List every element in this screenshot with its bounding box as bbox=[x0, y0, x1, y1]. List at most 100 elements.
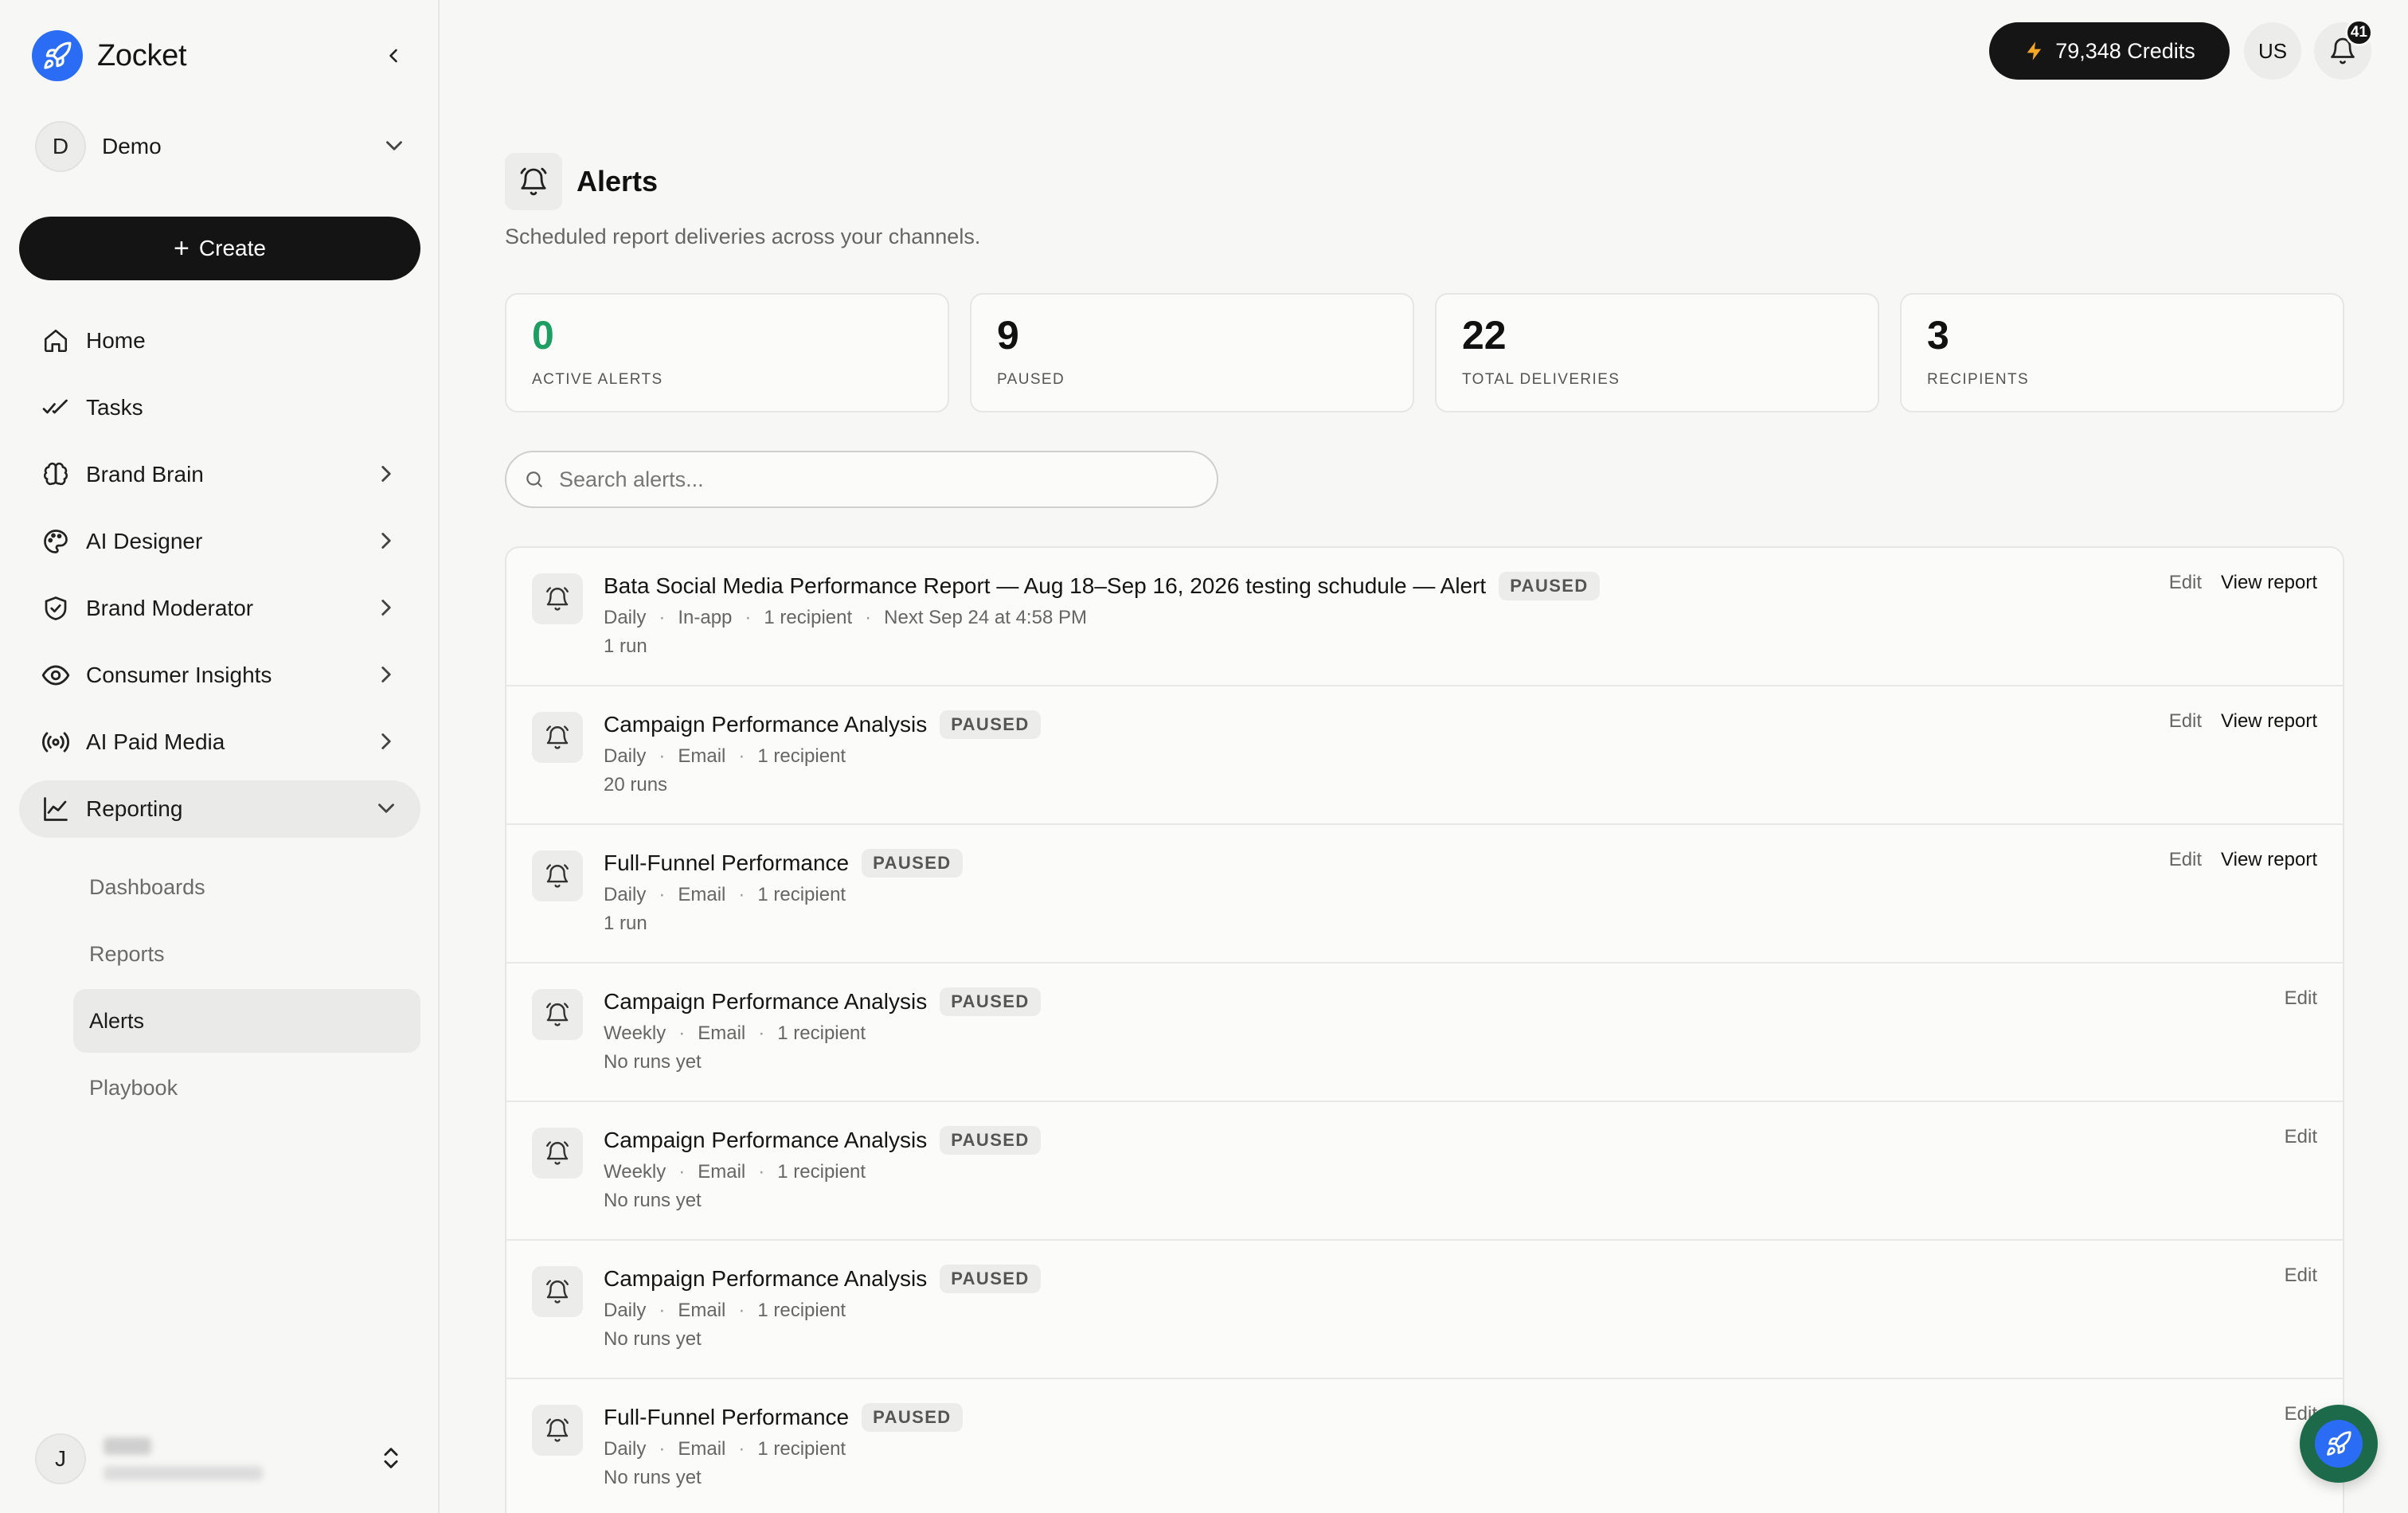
chevron-right-icon bbox=[381, 733, 391, 749]
alert-actions: Edit bbox=[2285, 1265, 2317, 1287]
alert-actions: Edit View report bbox=[2169, 572, 2317, 594]
nav-label: Tasks bbox=[86, 395, 143, 420]
subnav-item-reports[interactable]: Reports bbox=[73, 922, 420, 986]
alert-actions: Edit View report bbox=[2169, 849, 2317, 871]
alert-recipients: 1 recipient bbox=[757, 745, 846, 767]
alert-title-row: Campaign Performance Analysis PAUSED bbox=[604, 1124, 1041, 1156]
nav-item-tasks[interactable]: Tasks bbox=[19, 379, 420, 436]
stat-value: 0 bbox=[532, 313, 554, 358]
alert-row[interactable]: Campaign Performance Analysis PAUSED Wee… bbox=[506, 1102, 2343, 1241]
separator-dot: · bbox=[758, 1161, 765, 1183]
alert-body: Campaign Performance Analysis PAUSED Wee… bbox=[604, 1124, 1041, 1239]
edit-button[interactable]: Edit bbox=[2169, 572, 2202, 594]
alert-title-row: Campaign Performance Analysis PAUSED bbox=[604, 1263, 1041, 1295]
view-report-button[interactable]: View report bbox=[2221, 572, 2317, 594]
notification-count-badge: 41 bbox=[2344, 19, 2373, 46]
alert-row[interactable]: Full-Funnel Performance PAUSED Daily · Em… bbox=[506, 1379, 2343, 1513]
alarm-bell-icon bbox=[532, 1128, 583, 1179]
page-header: Alerts bbox=[505, 153, 658, 210]
status-badge: PAUSED bbox=[1499, 572, 1600, 600]
alarm-bell-icon bbox=[532, 989, 583, 1040]
nav-item-home[interactable]: Home bbox=[19, 312, 420, 369]
alert-meta: Daily · Email · 1 recipient bbox=[604, 884, 963, 906]
alert-body: Full-Funnel Performance PAUSED Daily · Em… bbox=[604, 847, 963, 962]
alert-title[interactable]: Full-Funnel Performance bbox=[604, 1405, 849, 1430]
edit-button[interactable]: Edit bbox=[2285, 1265, 2317, 1287]
edit-button[interactable]: Edit bbox=[2169, 710, 2202, 733]
create-button[interactable]: + Create bbox=[19, 217, 420, 280]
stat-value: 22 bbox=[1462, 313, 1507, 358]
lightning-icon bbox=[2027, 41, 2042, 61]
search-icon bbox=[526, 471, 542, 487]
alert-frequency: Daily bbox=[604, 607, 647, 628]
nav-label: Brand Brain bbox=[86, 462, 204, 487]
alert-actions: Edit View report bbox=[2169, 710, 2317, 733]
separator-dot: · bbox=[659, 884, 666, 905]
alert-recipients: 1 recipient bbox=[777, 1022, 866, 1044]
account-avatar[interactable]: US bbox=[2244, 22, 2301, 80]
alert-recipients: 1 recipient bbox=[757, 1300, 846, 1321]
view-report-button[interactable]: View report bbox=[2221, 710, 2317, 733]
alert-frequency: Daily bbox=[604, 884, 647, 905]
page-subtitle: Scheduled report deliveries across your … bbox=[505, 225, 981, 248]
alert-row[interactable]: Bata Social Media Performance Report — A… bbox=[506, 548, 2343, 686]
alert-runs: No runs yet bbox=[604, 1190, 702, 1211]
alert-row[interactable]: Campaign Performance Analysis PAUSED Dai… bbox=[506, 1241, 2343, 1379]
status-badge: PAUSED bbox=[940, 1265, 1041, 1293]
alert-runs: No runs yet bbox=[604, 1051, 702, 1073]
alert-title[interactable]: Campaign Performance Analysis bbox=[604, 1266, 927, 1292]
user-menu[interactable]: J bbox=[35, 1433, 408, 1484]
subnav-item-playbook[interactable]: Playbook bbox=[73, 1056, 420, 1120]
separator-dot: · bbox=[659, 607, 666, 628]
workspace-switcher[interactable]: D Demo bbox=[35, 121, 408, 172]
alert-channel: Email bbox=[678, 1300, 726, 1321]
search-input[interactable] bbox=[559, 467, 1164, 492]
alert-title[interactable]: Full-Funnel Performance bbox=[604, 850, 849, 876]
collapse-sidebar-button[interactable] bbox=[379, 41, 408, 70]
alert-title[interactable]: Campaign Performance Analysis bbox=[604, 989, 927, 1015]
stat-card-recipients: 3 RECIPIENTS bbox=[1900, 293, 2344, 412]
edit-button[interactable]: Edit bbox=[2285, 1126, 2317, 1148]
brand-name: Zocket bbox=[97, 38, 187, 72]
alert-channel: Email bbox=[698, 1022, 746, 1044]
alert-channel: Email bbox=[678, 884, 726, 905]
nav-label: Consumer Insights bbox=[86, 663, 272, 687]
edit-button[interactable]: Edit bbox=[2285, 987, 2317, 1010]
alert-title[interactable]: Campaign Performance Analysis bbox=[604, 712, 927, 737]
alert-title[interactable]: Bata Social Media Performance Report — A… bbox=[604, 573, 1486, 599]
nav-item-brand-brain[interactable]: Brand Brain bbox=[19, 446, 420, 503]
edit-button[interactable]: Edit bbox=[2169, 849, 2202, 871]
notifications-button[interactable]: 41 bbox=[2314, 19, 2373, 80]
alert-channel: Email bbox=[678, 1438, 726, 1460]
status-badge: PAUSED bbox=[862, 849, 963, 878]
separator-dot: · bbox=[659, 745, 666, 767]
alert-meta: Daily · Email · 1 recipient bbox=[604, 1300, 1041, 1322]
tasks-icon bbox=[40, 392, 72, 424]
reporting-subnav: Dashboards Reports Alerts Playbook bbox=[73, 855, 420, 1123]
credits-button[interactable]: 79,348 Credits bbox=[1989, 22, 2230, 80]
status-badge: PAUSED bbox=[862, 1403, 963, 1432]
alert-frequency: Daily bbox=[604, 1300, 647, 1321]
nav-item-reporting[interactable]: Reporting bbox=[19, 780, 420, 838]
nav-item-brand-moderator[interactable]: Brand Moderator bbox=[19, 580, 420, 637]
main-nav: Home Tasks Brand Brain AI Designer Brand… bbox=[19, 312, 420, 847]
alert-row[interactable]: Campaign Performance Analysis PAUSED Wee… bbox=[506, 964, 2343, 1102]
assistant-fab-button[interactable] bbox=[2300, 1405, 2378, 1483]
create-button-label: Create bbox=[198, 236, 266, 260]
subnav-item-dashboards[interactable]: Dashboards bbox=[73, 855, 420, 919]
search-bar[interactable] bbox=[505, 451, 1218, 508]
nav-item-ai-paid-media[interactable]: AI Paid Media bbox=[19, 713, 420, 771]
brain-icon bbox=[40, 459, 72, 491]
alert-title[interactable]: Campaign Performance Analysis bbox=[604, 1128, 927, 1153]
subnav-item-alerts[interactable]: Alerts bbox=[73, 989, 420, 1053]
alert-row[interactable]: Campaign Performance Analysis PAUSED Dai… bbox=[506, 686, 2343, 825]
view-report-button[interactable]: View report bbox=[2221, 849, 2317, 871]
alert-actions: Edit bbox=[2285, 987, 2317, 1010]
separator-dot: · bbox=[738, 745, 745, 767]
alert-meta: Daily · Email · 1 recipient bbox=[604, 745, 1041, 768]
nav-item-ai-designer[interactable]: AI Designer bbox=[19, 513, 420, 570]
brand[interactable]: Zocket bbox=[32, 30, 187, 81]
nav-item-consumer-insights[interactable]: Consumer Insights bbox=[19, 647, 420, 704]
alert-row[interactable]: Full-Funnel Performance PAUSED Daily · Em… bbox=[506, 825, 2343, 964]
alert-frequency: Weekly bbox=[604, 1022, 666, 1044]
